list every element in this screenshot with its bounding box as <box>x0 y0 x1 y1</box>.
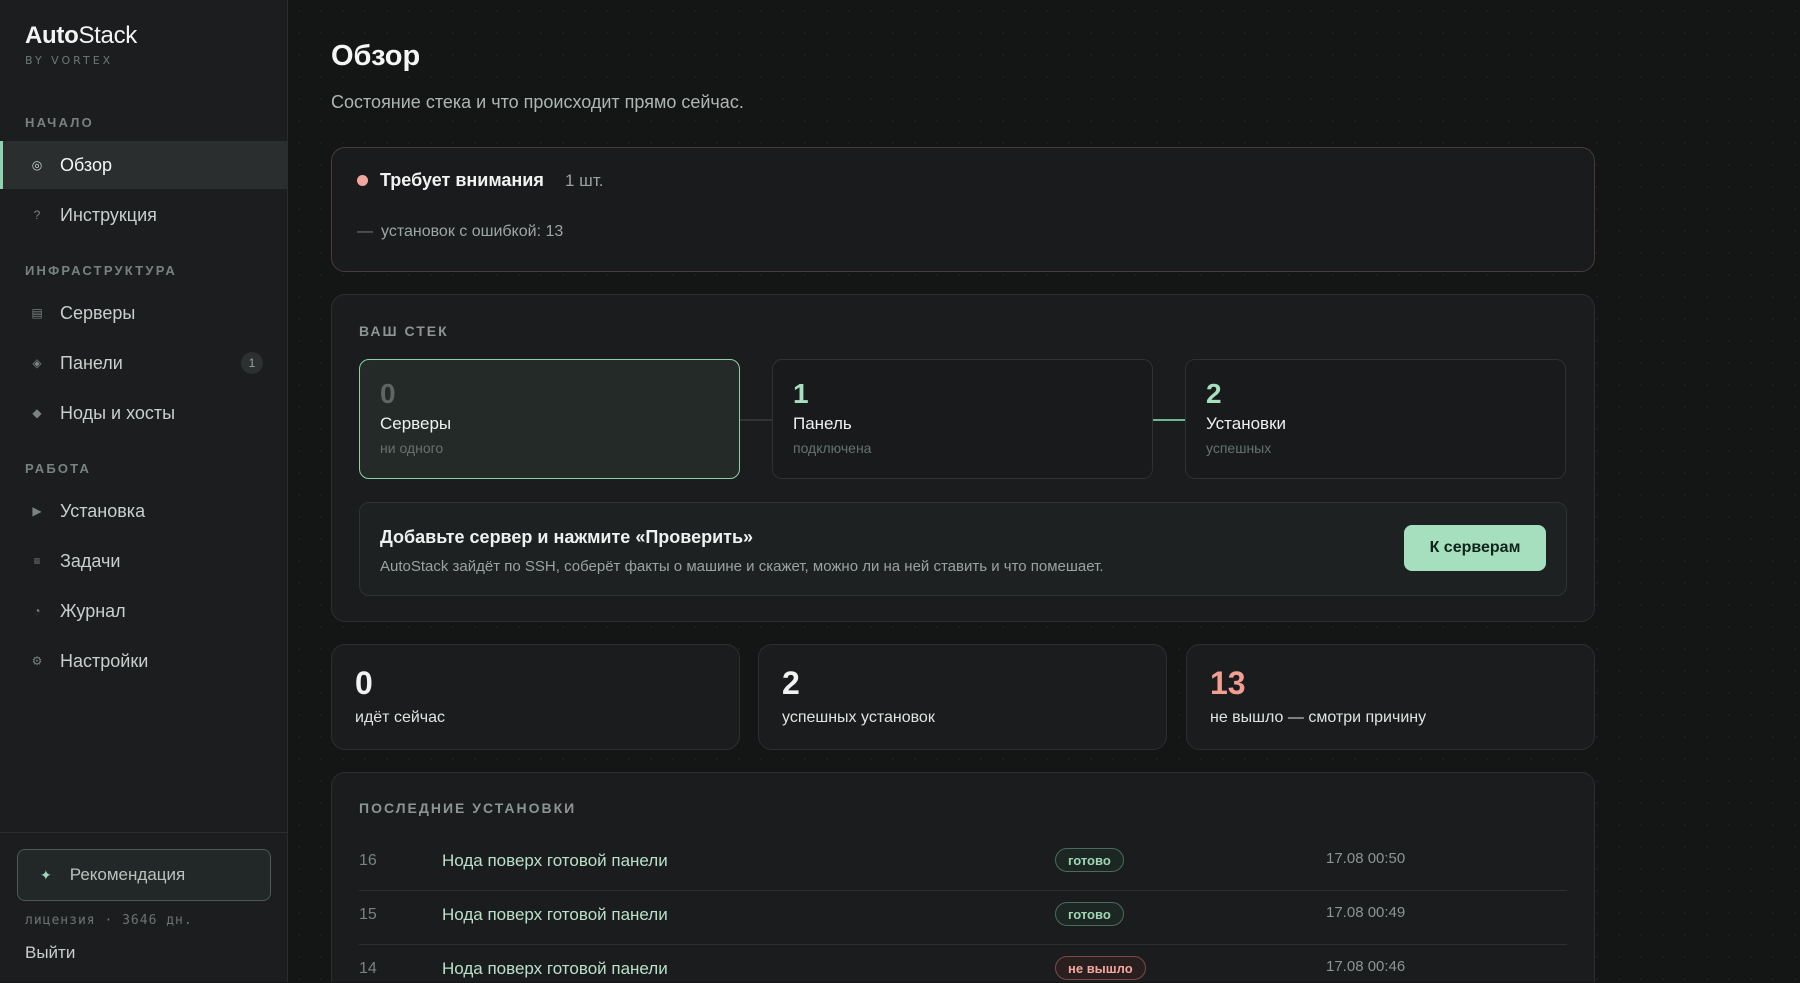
stack-box-number: 0 <box>380 378 396 409</box>
logo-brand-rest: Stack <box>78 22 137 49</box>
sidebar-item-overview[interactable]: ◎ Обзор <box>0 141 287 189</box>
stat-failed[interactable]: 13 не вышло — смотри причину <box>1186 644 1595 750</box>
callout-title: Добавьте сервер и нажмите «Проверить» <box>380 527 754 547</box>
stack-box-label: Серверы <box>380 414 452 433</box>
stack-connector <box>1153 419 1185 421</box>
alert-item-text: установок с ошибкой: 13 <box>381 223 564 240</box>
sidebar-section-work: РАБОТА <box>25 461 92 476</box>
stack-box-installs[interactable]: 2 Установки успешных <box>1185 359 1566 479</box>
sidebar-item-tasks[interactable]: ≡ Задачи <box>0 537 287 585</box>
sidebar-item-label: Задачи <box>60 550 121 571</box>
sidebar-item-panels[interactable]: ◈ Панели 1 <box>0 339 287 387</box>
logout-link[interactable]: Выйти <box>25 943 75 963</box>
alert-dot-icon <box>357 175 368 186</box>
attention-alert: Требует внимания 1 шт. — установок с ошиб… <box>331 147 1595 272</box>
panels-count-badge: 1 <box>241 352 263 374</box>
stack-box-hint: подключена <box>793 440 872 456</box>
alert-item[interactable]: — установок с ошибкой: 13 <box>357 223 563 241</box>
table-row[interactable]: 16 Нода поверх готовой панели готово 17.… <box>359 836 1567 891</box>
status-badge: готово <box>1055 902 1124 926</box>
stack-box-number: 1 <box>793 378 809 409</box>
sidebar-item-label: Инструкция <box>60 204 157 225</box>
alert-count: 1 шт. <box>565 171 604 190</box>
app-logo[interactable]: AutoStack BY VORTEX <box>25 22 137 67</box>
main-content: Обзор Состояние стека и что происходит п… <box>288 0 1800 982</box>
stack-box-hint: ни одного <box>380 440 444 456</box>
stat-label: не вышло — смотри причину <box>1210 709 1427 726</box>
row-id: 14 <box>359 960 377 977</box>
row-name-link[interactable]: Нода поверх готовой панели <box>442 959 668 979</box>
sidebar-item-guide[interactable]: ? Инструкция <box>0 191 287 239</box>
stack-card: ВАШ СТЕК 0 Серверы ни одного 1 Панель по… <box>331 294 1595 622</box>
stat-number: 0 <box>355 665 373 701</box>
alert-title: Требует внимания <box>380 170 544 190</box>
sidebar-item-label: Панели <box>60 352 123 373</box>
sidebar-item-label: Ноды и хосты <box>60 402 176 423</box>
sidebar-item-label: Обзор <box>60 154 112 175</box>
recommendation-label: Рекомендация <box>69 865 186 884</box>
row-id: 16 <box>359 852 377 869</box>
logo-brand-bold: Auto <box>25 22 79 49</box>
stat-number: 2 <box>782 665 800 701</box>
go-to-servers-button[interactable]: К серверам <box>1404 525 1546 571</box>
sidebar-item-nodes[interactable]: ◆ Ноды и хосты <box>0 389 287 437</box>
sidebar: AutoStack BY VORTEX НАЧАЛО ◎ Обзор ? Инс… <box>0 0 288 982</box>
node-icon: ◆ <box>32 406 42 420</box>
row-name-link[interactable]: Нода поверх готовой панели <box>442 905 668 925</box>
sidebar-section-infra: ИНФРАСТРУКТУРА <box>25 263 178 278</box>
gear-icon: ⚙ <box>31 654 43 668</box>
sparkle-icon: ✦ <box>40 866 52 883</box>
stack-box-servers[interactable]: 0 Серверы ни одного <box>359 359 740 479</box>
recent-label: ПОСЛЕДНИЕ УСТАНОВКИ <box>359 800 577 816</box>
sidebar-item-label: Настройки <box>60 650 149 671</box>
stack-connector <box>740 419 772 421</box>
sidebar-item-install[interactable]: ▶ Установка <box>0 487 287 535</box>
stack-box-number: 2 <box>1206 378 1222 409</box>
stack-label: ВАШ СТЕК <box>359 323 449 339</box>
server-icon: ▤ <box>31 306 43 320</box>
target-icon: ◎ <box>31 158 43 172</box>
sidebar-item-settings[interactable]: ⚙ Настройки <box>0 637 287 685</box>
status-badge: готово <box>1055 848 1124 872</box>
stat-label: идёт сейчас <box>355 709 446 726</box>
sidebar-item-servers[interactable]: ▤ Серверы <box>0 289 287 337</box>
page-subtitle: Состояние стека и что происходит прямо с… <box>331 92 744 112</box>
page-title: Обзор <box>331 40 421 72</box>
alert-item-dash: — <box>357 223 373 240</box>
row-time: 17.08 00:49 <box>1326 904 1406 921</box>
sidebar-section-start: НАЧАЛО <box>25 115 94 130</box>
stack-box-panel[interactable]: 1 Панель подключена <box>772 359 1153 479</box>
table-row[interactable]: 14 Нода поверх готовой панели не вышло 1… <box>359 944 1567 982</box>
sidebar-item-label: Установка <box>60 500 146 521</box>
stat-successful[interactable]: 2 успешных установок <box>758 644 1167 750</box>
status-badge: не вышло <box>1055 956 1146 980</box>
recent-installs-card: ПОСЛЕДНИЕ УСТАНОВКИ 16 Нода поверх готов… <box>331 772 1595 982</box>
license-info: лицензия · 3646 дн. <box>25 913 193 928</box>
sidebar-footer: ✦ Рекомендация лицензия · 3646 дн. Выйти <box>0 832 287 983</box>
list-icon: ≡ <box>33 554 41 568</box>
stack-box-label: Установки <box>1206 414 1287 433</box>
callout-description: AutoStack зайдёт по SSH, соберёт факты о… <box>380 558 1104 575</box>
stat-running[interactable]: 0 идёт сейчас <box>331 644 740 750</box>
clock-icon: ◔ <box>33 604 41 618</box>
play-icon: ▶ <box>32 504 42 518</box>
panel-icon: ◈ <box>32 356 42 370</box>
stat-number: 13 <box>1210 665 1246 701</box>
table-row[interactable]: 15 Нода поверх готовой панели готово 17.… <box>359 890 1567 945</box>
sidebar-item-log[interactable]: ◔ Журнал <box>0 587 287 635</box>
sidebar-item-label: Журнал <box>60 600 126 621</box>
stat-label: успешных установок <box>782 709 935 726</box>
row-name-link[interactable]: Нода поверх готовой панели <box>442 851 668 871</box>
sidebar-item-label: Серверы <box>60 302 136 323</box>
row-id: 15 <box>359 906 377 923</box>
help-icon: ? <box>33 208 41 222</box>
row-time: 17.08 00:46 <box>1326 958 1406 975</box>
stack-box-hint: успешных <box>1206 440 1272 456</box>
stack-box-label: Панель <box>793 414 852 433</box>
add-server-callout: Добавьте сервер и нажмите «Проверить» Au… <box>359 502 1567 596</box>
row-time: 17.08 00:50 <box>1326 850 1406 867</box>
logo-subtitle: BY VORTEX <box>25 54 114 67</box>
recommendation-button[interactable]: ✦ Рекомендация <box>17 849 271 901</box>
